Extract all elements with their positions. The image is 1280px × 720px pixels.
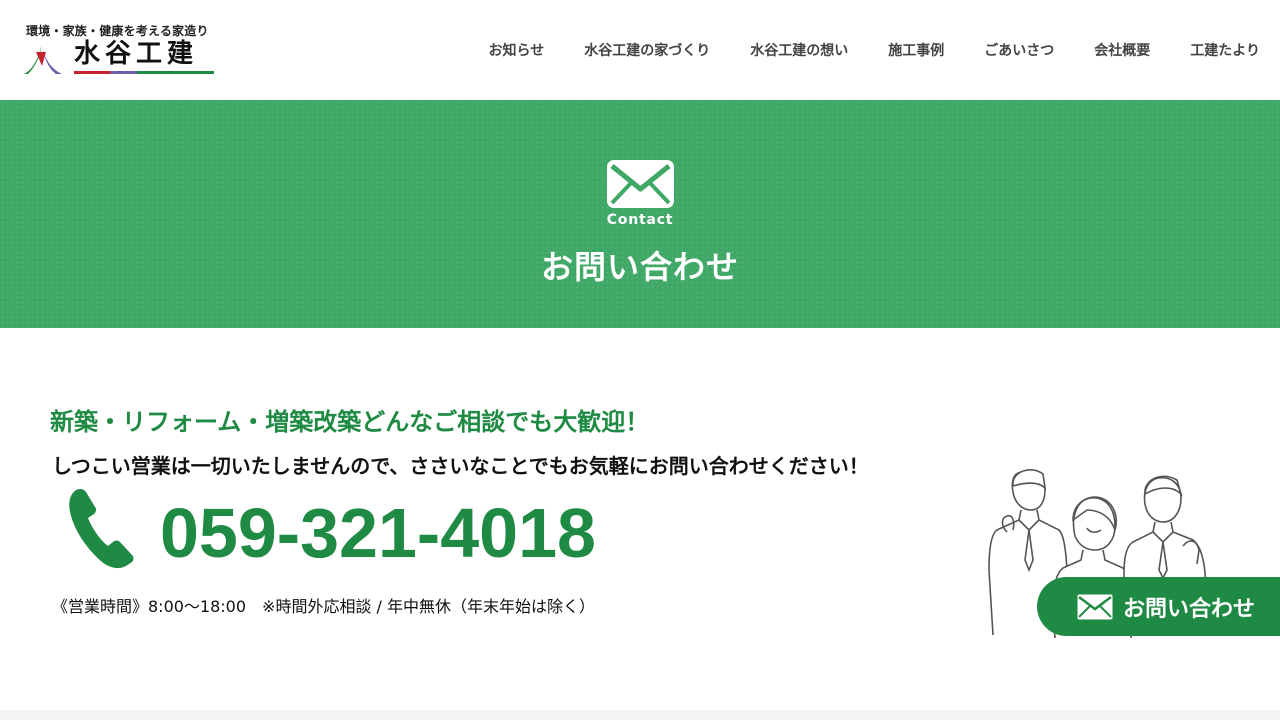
phone-icon: [69, 488, 134, 569]
nav-item-philosophy[interactable]: 水谷工建の想い: [750, 40, 848, 60]
page-title: お問い合わせ: [540, 248, 739, 286]
floating-contact-label: お問い合わせ: [1123, 596, 1256, 622]
mail-icon: [1077, 594, 1113, 619]
nav-item-news[interactable]: お知らせ: [489, 40, 545, 60]
nav-item-house-building[interactable]: 水谷工建の家づくり: [584, 40, 710, 60]
hero-english-label: Contact: [606, 212, 674, 228]
logo-underline: [74, 71, 214, 74]
site-logo[interactable]: 環境・家族・健康を考える家造り 水谷工建: [22, 22, 222, 78]
main-nav: お知らせ 水谷工建の家づくり 水谷工建の想い 施工事例 ごあいさつ 会社概要 工…: [489, 40, 1260, 60]
logo-company-name: 水谷工建: [74, 39, 199, 69]
nav-item-company[interactable]: 会社概要: [1094, 40, 1150, 60]
phone-number-link[interactable]: 059-321-4018: [160, 487, 596, 579]
logo-tagline: 環境・家族・健康を考える家造り: [26, 24, 209, 38]
nav-item-greeting[interactable]: ごあいさつ: [984, 40, 1054, 60]
site-header: 環境・家族・健康を考える家造り 水谷工建 お知らせ 水谷工建の家づくり 水谷工建…: [0, 0, 1280, 100]
footer-strip: [0, 710, 1280, 720]
contact-subtext: しつこい営業は一切いたしませんので、ささいなことでもお気軽にお問い合わせください…: [52, 454, 869, 478]
contact-lead-heading: 新築・リフォーム・増築改築どんなご相談でも大歓迎！: [50, 408, 650, 436]
logo-mark-icon: [24, 44, 62, 74]
nav-item-newsletter[interactable]: 工建たより: [1190, 40, 1260, 60]
business-hours: 《営業時間》8:00〜18:00 ※時間外応相談 / 年中無休（年末年始は除く）: [52, 597, 596, 616]
nav-item-works[interactable]: 施工事例: [888, 40, 944, 60]
floating-contact-button[interactable]: お問い合わせ: [1037, 577, 1280, 636]
contact-hero: Contact お問い合わせ: [0, 100, 1280, 328]
mail-icon: [607, 160, 674, 208]
